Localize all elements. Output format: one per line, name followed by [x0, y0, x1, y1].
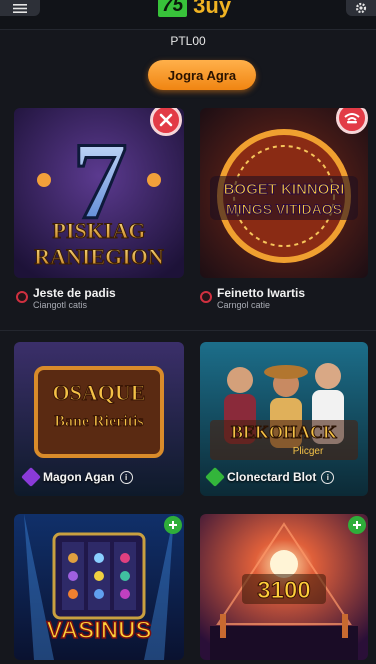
art-title-line-2: MINGS VITIDAOS — [226, 201, 342, 217]
game-card-1[interactable]: 7 PISKIAG RANIEGION — [14, 108, 184, 278]
hamburger-icon — [13, 3, 27, 13]
add-favorite-button[interactable] — [348, 516, 366, 534]
section-divider — [0, 330, 376, 331]
add-favorite-button[interactable] — [164, 516, 182, 534]
game-caption-3: Magon Agan i — [21, 467, 133, 487]
art-title-line-1: PISKIAG — [53, 218, 146, 243]
game-title: Jeste de padis — [33, 286, 116, 300]
game-card-2[interactable]: BOGET KINNORI MINGS VITIDAOS — [200, 108, 368, 278]
game-art-5: VASINUS — [14, 514, 184, 660]
menu-button[interactable] — [0, 0, 40, 16]
game-card-5[interactable]: VASINUS — [14, 514, 184, 660]
game-subtitle: Carngol catie — [217, 300, 271, 310]
logo-badge: 75 — [158, 0, 188, 17]
status-dot-icon — [16, 291, 28, 303]
art-title-line-1: BOGET KINNORI — [224, 181, 345, 198]
game-art-6: 3100 — [200, 514, 368, 660]
art-title: VASINUS — [47, 617, 152, 644]
gem-icon — [21, 467, 41, 487]
plus-icon — [169, 521, 177, 529]
game-card-3[interactable]: OSAQUE Bane Rieritis Magon Agan i — [14, 342, 184, 496]
game-art-2: BOGET KINNORI MINGS VITIDAOS — [200, 108, 368, 278]
play-now-button[interactable]: Jogra Agra — [148, 60, 256, 90]
art-title-line-2: RANIEGION — [34, 244, 164, 269]
wifi-icon — [344, 113, 360, 124]
art-title-line-2: Bane Rieritis — [54, 413, 143, 430]
close-icon — [159, 113, 173, 127]
balance-amount: PTL00 — [170, 34, 206, 48]
game-title: Feinetto Iwartis — [217, 286, 306, 300]
game-card-6[interactable]: 3100 — [200, 514, 368, 660]
game-card-4[interactable]: BEKOHACK Plicger Clonectard Blot i — [200, 342, 368, 496]
status-dot-icon — [200, 291, 212, 303]
art-title-line-1: OSAQUE — [53, 380, 146, 405]
game-title: Clonectard Blot — [227, 470, 317, 484]
info-icon[interactable]: i — [119, 470, 133, 484]
game-caption-2: Feinetto Iwartis Carngol catie — [217, 286, 305, 310]
settings-button[interactable] — [346, 0, 376, 16]
brand-logo[interactable]: 75 3uy — [158, 0, 231, 18]
info-icon[interactable]: i — [321, 470, 335, 484]
top-bar: 75 3uy — [0, 0, 376, 30]
gem-icon — [205, 467, 225, 487]
logo-text: 3uy — [193, 0, 232, 18]
gear-icon — [355, 2, 367, 14]
game-subtitle: Ciangotl catis — [33, 300, 88, 310]
art-title-line-1: BEKOHACK — [231, 422, 337, 442]
art-title-line-2: Plicger — [293, 446, 324, 457]
art-title: 3100 — [257, 577, 310, 604]
plus-icon — [353, 521, 361, 529]
game-caption-4: Clonectard Blot i — [205, 467, 335, 487]
game-caption-1: Jeste de padis Ciangotl catis — [33, 286, 116, 310]
game-title: Magon Agan — [43, 470, 115, 484]
